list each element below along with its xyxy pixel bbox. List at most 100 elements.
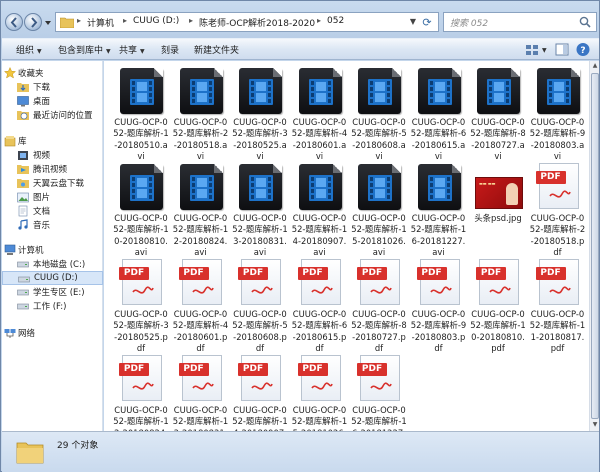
video-file-item[interactable]: CUUG-OCP-052-题库解析-14-20180907.avi (291, 161, 349, 257)
pdf-file-item[interactable]: PDF CUUG-OCP-052-题库解析-5-20180608.pdf (231, 257, 289, 353)
search-input[interactable]: 搜索 052 (443, 12, 597, 32)
forward-button[interactable] (24, 13, 42, 31)
pdf-badge: PDF (476, 267, 506, 280)
address-dropdown-icon[interactable]: ▼ (410, 17, 416, 26)
video-file-item[interactable]: CUUG-OCP-052-题库解析-2-20180518.avi (172, 65, 230, 161)
pdf-file-item[interactable]: PDF CUUG-OCP-052-题库解析-10-20180810.pdf (469, 257, 527, 353)
search-icon[interactable] (579, 16, 591, 28)
nav-downloads[interactable]: 下载 (2, 80, 103, 94)
history-dropdown-icon[interactable] (44, 19, 52, 27)
nav-music-label: 音乐 (33, 221, 51, 231)
organize-button[interactable]: 组织 ▼ (16, 43, 42, 56)
video-file-item[interactable]: CUUG-OCP-052-题库解析-1-20180510.avi (112, 65, 170, 161)
view-dropdown-icon[interactable]: ▼ (542, 45, 547, 55)
help-icon[interactable]: ? (575, 42, 591, 57)
back-button[interactable] (5, 13, 23, 31)
video-file-item[interactable]: CUUG-OCP-052-题库解析-4-20180601.avi (291, 65, 349, 161)
view-options-icon[interactable] (524, 42, 540, 57)
file-name: CUUG-OCP-052-题库解析-3-20180525.pdf (113, 309, 169, 354)
pdf-badge: PDF (297, 267, 328, 280)
pdf-file-icon: PDF (295, 257, 345, 307)
pdf-badge: PDF (238, 363, 268, 376)
pdf-file-item[interactable]: PDF CUUG-OCP-052-题库解析-3-20180525.pdf (112, 257, 170, 353)
burn-button[interactable]: 刻录 (161, 43, 179, 56)
pdf-file-item[interactable]: PDF CUUG-OCP-052-题库解析-6-20180615.pdf (291, 257, 349, 353)
breadcrumb-drive[interactable]: CUUG (D:) (133, 16, 179, 26)
nav-tianyi-cloud-downloads[interactable]: 天翼云盘下载 (2, 176, 103, 190)
video-file-icon (295, 161, 345, 211)
refresh-icon[interactable]: ⟳ (419, 15, 435, 30)
file-name: CUUG-OCP-052-题库解析-3-20180525.avi (232, 117, 288, 162)
nav-videos[interactable]: 视频 (2, 148, 103, 162)
file-name: CUUG-OCP-052-题库解析-4-20180601.pdf (172, 309, 229, 354)
nav-favorites[interactable]: 收藏夹 (2, 66, 103, 80)
nav-favorites-label: 收藏夹 (18, 69, 44, 79)
pdf-file-icon: PDF (235, 257, 285, 307)
nav-downloads-label: 下载 (33, 83, 51, 93)
nav-desktop[interactable]: 桌面 (2, 94, 103, 108)
command-bar: 组织 ▼ 包含到库中 ▼ 共享 ▼ 刻录 新建文件夹 ▼ ? (2, 38, 599, 60)
pdf-file-icon: PDF (533, 161, 583, 211)
pictures-icon (17, 192, 29, 203)
pdf-file-item[interactable]: PDF CUUG-OCP-052-题库解析-2-20180518.pdf (529, 161, 587, 257)
video-file-item[interactable]: CUUG-OCP-052-题库解析-13-20180831.avi (231, 161, 289, 257)
nav-documents[interactable]: 文档 (2, 204, 103, 218)
documents-icon (18, 205, 28, 217)
video-file-item[interactable]: CUUG-OCP-052-题库解析-16-20181227.avi (410, 161, 468, 257)
nav-drive-f[interactable]: 工作 (F:) (2, 299, 103, 313)
breadcrumb-separator-icon[interactable]: ▸ (189, 16, 193, 25)
file-name: CUUG-OCP-052-题库解析-10-20180810.pdf (470, 309, 526, 354)
video-library-icon (18, 151, 28, 160)
nav-recent-places[interactable]: 最近访问的位置 (2, 108, 103, 122)
share-button[interactable]: 共享 ▼ (119, 43, 145, 56)
pdf-file-item[interactable]: PDF CUUG-OCP-052-题库解析-4-20180601.pdf (172, 257, 230, 353)
pdf-file-icon: PDF (354, 257, 404, 307)
nav-music[interactable]: 音乐 (2, 218, 103, 232)
video-file-icon (235, 65, 285, 115)
breadcrumb-separator-icon[interactable]: ▸ (317, 16, 321, 25)
include-in-library-button[interactable]: 包含到库中 ▼ (58, 43, 111, 56)
scroll-up-icon[interactable]: ▲ (591, 62, 599, 71)
vertical-scrollbar[interactable]: ▲ ▼ (589, 61, 599, 431)
file-list[interactable]: CUUG-OCP-052-题库解析-1-20180510.avi CUUG-OCP… (104, 61, 589, 449)
breadcrumb-separator-icon[interactable]: ▸ (123, 16, 127, 25)
nav-libraries[interactable]: 库 (2, 134, 103, 148)
nav-drive-c[interactable]: 本地磁盘 (C:) (2, 257, 103, 271)
nav-drive-d[interactable]: CUUG (D:) (2, 271, 103, 285)
address-bar[interactable]: ▸ 计算机 ▸ CUUG (D:) ▸ 陈老师-OCP解析2018-2020 ▸… (55, 12, 439, 32)
pdf-file-item[interactable]: PDF CUUG-OCP-052-题库解析-11-20180817.pdf (529, 257, 587, 353)
item-count: 29 个对象 (57, 441, 99, 451)
file-name: CUUG-OCP-052-题库解析-9-20180803.pdf (410, 309, 467, 354)
video-file-icon (116, 161, 166, 211)
breadcrumb-current[interactable]: 052 (327, 16, 344, 26)
video-file-item[interactable]: CUUG-OCP-052-题库解析-5-20180608.avi (350, 65, 408, 161)
nav-drive-f-label: 工作 (F:) (33, 302, 67, 312)
preview-pane-icon[interactable] (554, 42, 570, 57)
folder-icon (60, 17, 74, 28)
nav-drive-e[interactable]: 学生专区 (E:) (2, 285, 103, 299)
video-file-item[interactable]: CUUG-OCP-052-题库解析-15-20181026.avi (350, 161, 408, 257)
video-file-item[interactable]: CUUG-OCP-052-题库解析-12-20180824.avi (172, 161, 230, 257)
pdf-badge: PDF (119, 363, 149, 376)
nav-network[interactable]: 网络 (2, 326, 103, 340)
nav-tencent-video[interactable]: 腾讯视频 (2, 162, 103, 176)
pdf-file-icon: PDF (235, 353, 285, 403)
pdf-badge: PDF (178, 363, 209, 376)
nav-network-label: 网络 (18, 329, 36, 339)
breadcrumb-separator-icon[interactable]: ▸ (77, 16, 81, 25)
jpg-file-item[interactable]: ▬▬ ▬▬ 头条psd.jpg (469, 161, 527, 255)
breadcrumb-folder[interactable]: 陈老师-OCP解析2018-2020 (199, 16, 315, 29)
pdf-file-item[interactable]: PDF CUUG-OCP-052-题库解析-8-20180727.pdf (350, 257, 408, 353)
new-folder-button[interactable]: 新建文件夹 (194, 43, 239, 56)
scroll-down-icon[interactable]: ▼ (591, 421, 599, 430)
video-file-item[interactable]: CUUG-OCP-052-题库解析-9-20180803.avi (529, 65, 587, 161)
nav-computer[interactable]: 计算机 (2, 243, 103, 257)
video-file-item[interactable]: CUUG-OCP-052-题库解析-6-20180615.avi (410, 65, 468, 161)
pdf-file-item[interactable]: PDF CUUG-OCP-052-题库解析-9-20180803.pdf (410, 257, 468, 353)
breadcrumb-computer[interactable]: 计算机 (87, 16, 114, 29)
video-file-item[interactable]: CUUG-OCP-052-题库解析-8-20180727.avi (469, 65, 527, 161)
video-file-item[interactable]: CUUG-OCP-052-题库解析-3-20180525.avi (231, 65, 289, 161)
nav-pictures[interactable]: 图片 (2, 190, 103, 204)
scrollbar-thumb[interactable] (591, 73, 599, 419)
video-file-item[interactable]: CUUG-OCP-052-题库解析-10-20180810.avi (112, 161, 170, 257)
